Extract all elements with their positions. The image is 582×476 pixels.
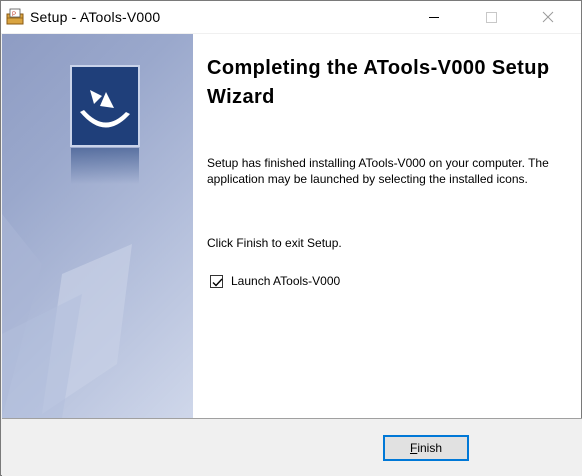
launch-option[interactable]: Launch ATools-V000: [210, 273, 340, 289]
setup-package-icon: P: [6, 8, 24, 25]
checkmark-icon: [212, 278, 223, 287]
wizard-side-image: [2, 34, 193, 418]
wizard-content: Completing the ATools-V000 Setup Wizard …: [193, 34, 581, 418]
title-bar[interactable]: P Setup - ATools-V000: [1, 1, 581, 33]
window-title: Setup - ATools-V000: [30, 9, 161, 25]
launch-checkbox-label[interactable]: Launch ATools-V000: [231, 274, 340, 288]
exit-instruction: Click Finish to exit Setup.: [207, 236, 342, 250]
launch-checkbox[interactable]: [210, 274, 223, 288]
maximize-button: [468, 1, 514, 33]
svg-text:P: P: [12, 12, 16, 18]
finish-button[interactable]: Finish: [383, 435, 469, 461]
page-title: Completing the ATools-V000 Setup Wizard: [207, 57, 550, 108]
minimize-icon: [429, 17, 439, 18]
maximize-icon: [486, 12, 497, 23]
installer-logo-icon: [70, 65, 140, 184]
wizard-footer: Finish: [2, 419, 582, 476]
completion-message: Setup has finished installing ATools-V00…: [207, 156, 549, 186]
setup-wizard-window: P Setup - ATools-V000 Completing the ATo…: [0, 0, 582, 476]
close-icon: [542, 11, 554, 23]
minimize-button[interactable]: [411, 1, 457, 33]
close-button[interactable]: [525, 1, 571, 33]
